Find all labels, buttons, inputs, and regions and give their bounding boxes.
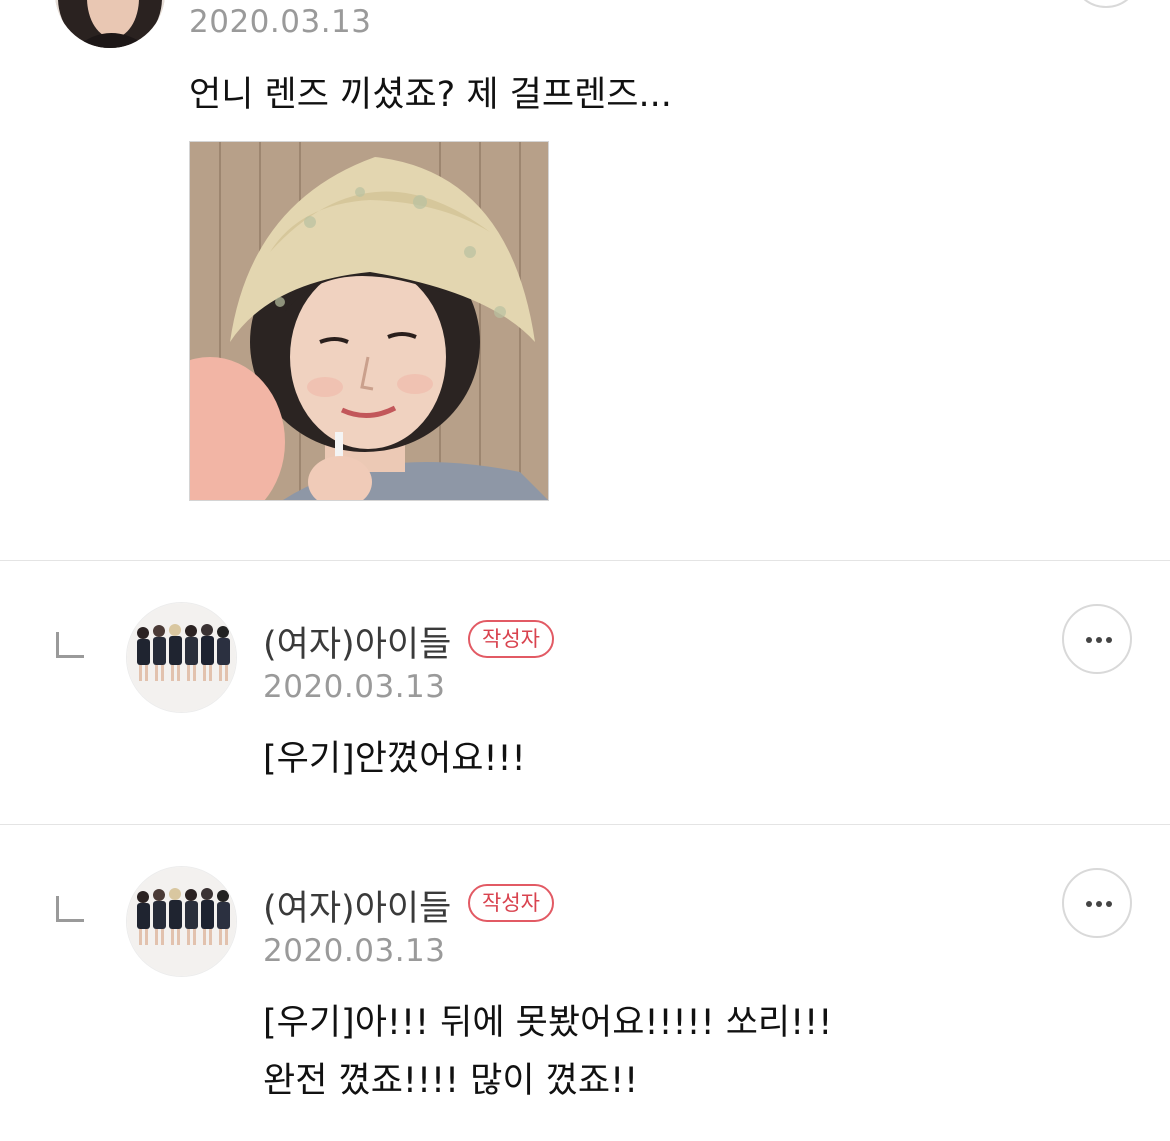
comment-date: 2020.03.13	[189, 4, 372, 40]
comment-text: [우기]안꼈어요!!!	[263, 739, 526, 779]
reply-arrow-icon	[56, 632, 84, 658]
commenter-avatar[interactable]	[55, 0, 165, 48]
comment-date: 2020.03.13	[263, 669, 446, 705]
author-badge: 작성자	[468, 620, 554, 658]
woman-in-bucket-hat-photo	[190, 142, 548, 500]
author-avatar[interactable]	[126, 602, 237, 713]
more-button[interactable]	[1062, 604, 1132, 674]
portrait-image	[55, 0, 165, 48]
more-button[interactable]	[1062, 868, 1132, 938]
author-avatar[interactable]	[126, 866, 237, 977]
group-photo-avatar	[127, 867, 236, 976]
group-photo-avatar	[127, 603, 236, 712]
comment-text-line-1: [우기]아!!! 뒤에 못봤어요!!!!! 쏘리!!!	[263, 1003, 833, 1043]
author-nickname[interactable]: (여자)아이들	[263, 616, 451, 667]
more-button-top[interactable]	[1071, 0, 1141, 8]
author-badge: 작성자	[468, 884, 554, 922]
comment-divider	[0, 560, 1170, 561]
comment-photo[interactable]	[189, 141, 549, 501]
comment-text-line-2: 완전 꼈죠!!!! 많이 꼈죠!!	[263, 1061, 639, 1101]
author-nickname[interactable]: (여자)아이들	[263, 880, 451, 931]
comment-text: 언니 렌즈 끼셨죠? 제 걸프렌즈...	[189, 75, 672, 115]
reply-arrow-icon	[56, 896, 84, 922]
comment-date: 2020.03.13	[263, 933, 446, 969]
comment-divider	[0, 824, 1170, 825]
